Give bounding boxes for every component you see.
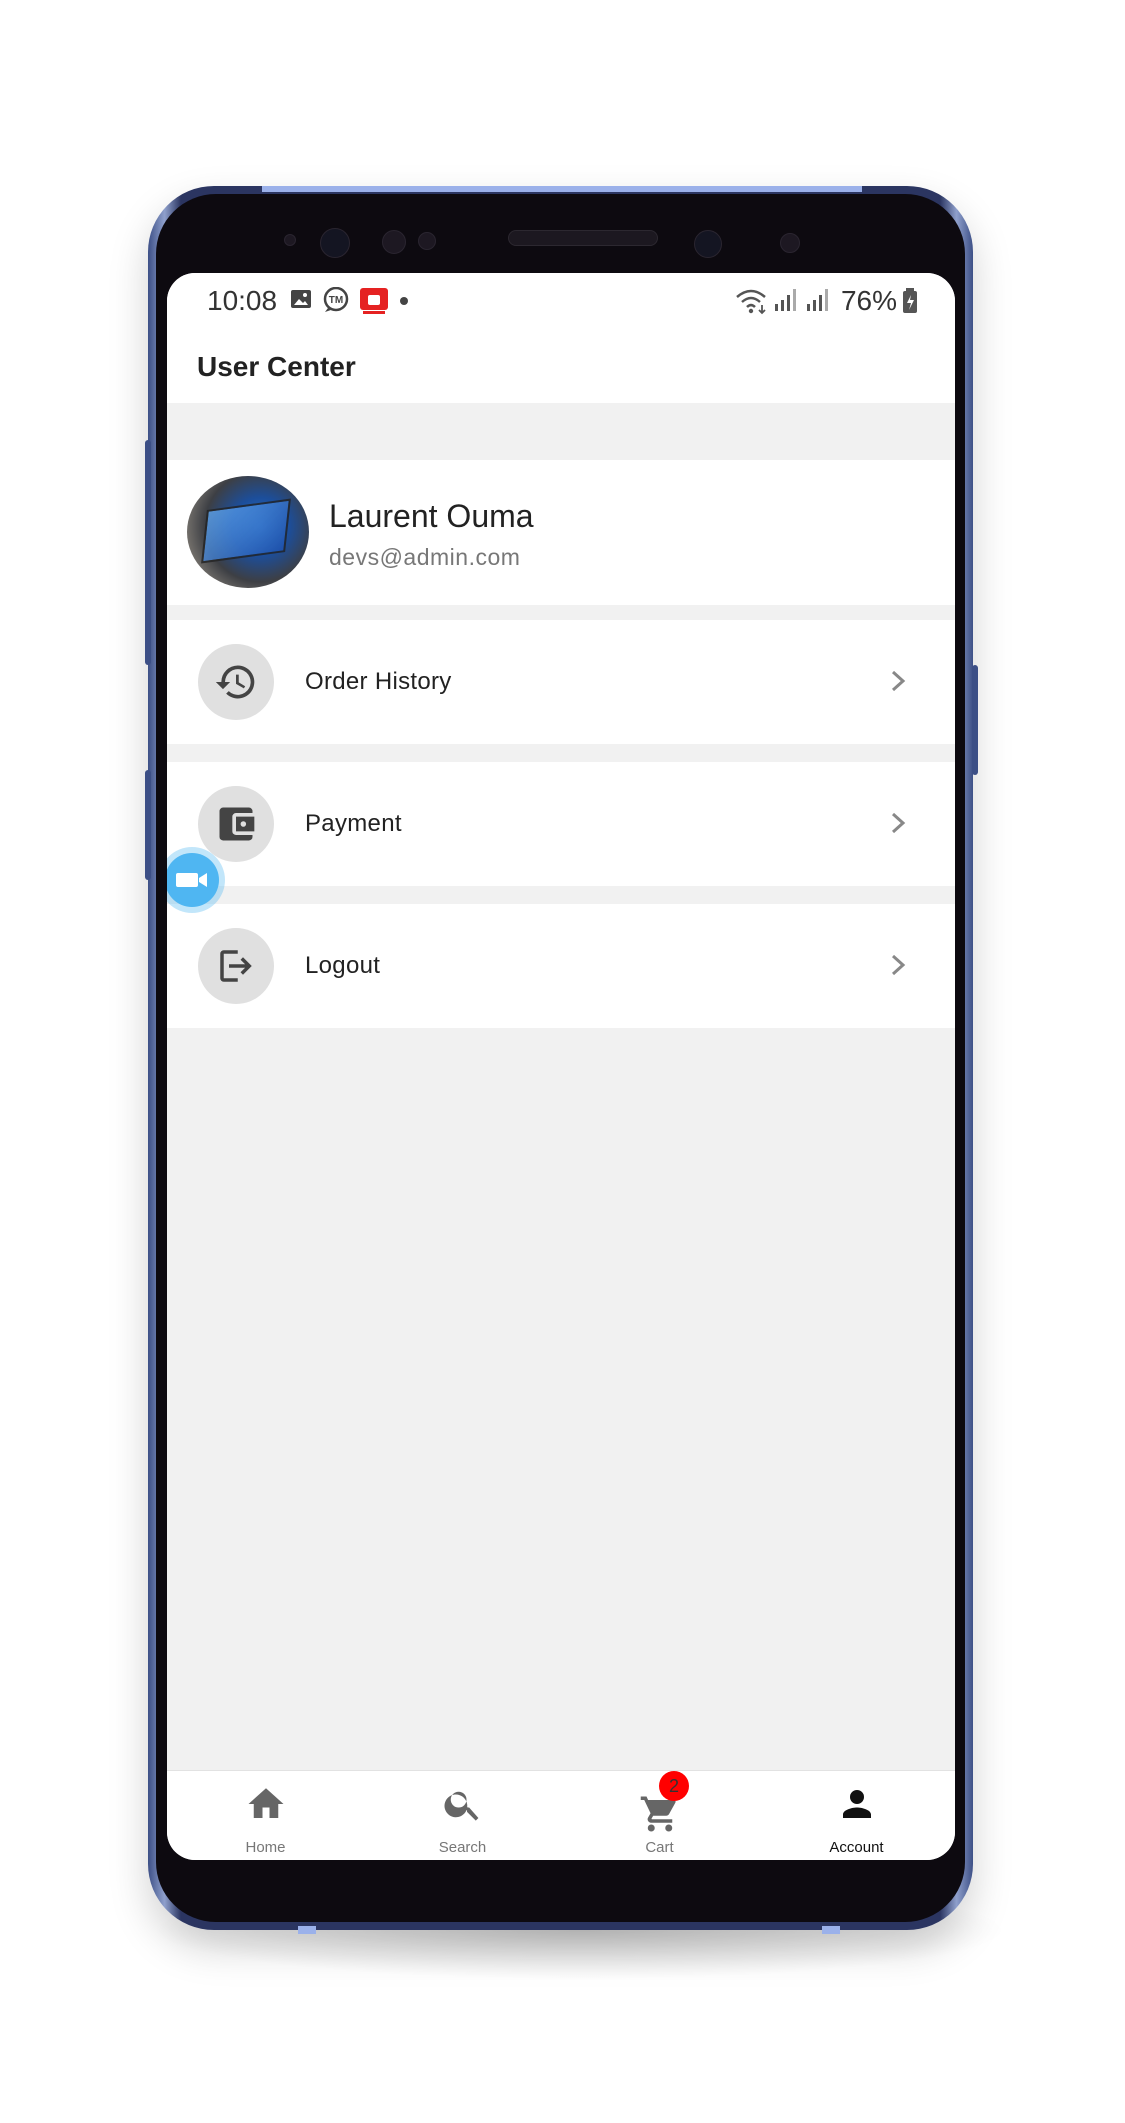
status-time: 10:08	[207, 285, 278, 316]
signal-icon	[775, 289, 796, 311]
screen-recorder-bubble[interactable]	[167, 853, 219, 907]
menu-label-logout: Logout	[305, 952, 381, 979]
nav-item-home[interactable]: Home	[167, 1771, 364, 1860]
search-icon	[444, 1791, 479, 1821]
front-camera	[320, 228, 350, 258]
chevron-right-icon	[891, 812, 906, 834]
app-notification-icon	[360, 288, 388, 314]
nav-label-home: Home	[245, 1839, 286, 1856]
signal-icon	[807, 289, 828, 311]
logout-icon	[198, 928, 274, 1004]
wallet-icon	[198, 786, 274, 862]
nav-label-account: Account	[829, 1839, 884, 1856]
profile-card[interactable]: Laurent Ouma devs@admin.com	[167, 460, 955, 605]
image-icon	[291, 290, 311, 308]
bottom-navigation: Home Search 2 Cart Account	[167, 1770, 955, 1860]
nav-label-search: Search	[438, 1839, 487, 1856]
sensor-dot	[284, 234, 296, 246]
person-icon	[843, 1790, 871, 1818]
chevron-right-icon	[891, 670, 906, 692]
frame-top-highlight	[262, 186, 862, 192]
bixby-button	[145, 770, 151, 880]
app-bar: User Center	[167, 323, 955, 403]
nav-label-cart: Cart	[645, 1839, 674, 1856]
history-icon	[198, 644, 274, 720]
frame-bottom-highlight-left	[298, 1926, 316, 1934]
cart-badge: 2	[659, 1771, 689, 1801]
wifi-icon	[736, 289, 766, 315]
battery-icon	[903, 288, 917, 313]
frame-bottom-highlight-right	[822, 1926, 840, 1934]
menu-item-logout[interactable]: Logout	[167, 904, 955, 1028]
chevron-right-icon	[891, 954, 906, 976]
dot-icon	[400, 297, 408, 305]
menu-item-payment[interactable]: Payment	[167, 762, 955, 886]
nav-item-cart[interactable]: 2 Cart	[561, 1771, 758, 1860]
proximity-sensor	[418, 232, 436, 250]
status-bar: 10:08 TM 76%	[167, 273, 955, 323]
menu-item-order-history[interactable]: Order History	[167, 620, 955, 744]
user-name: Laurent Ouma	[329, 498, 534, 534]
app-screen: 10:08 TM 76% User Center Laurent Ouma de…	[167, 273, 955, 1860]
user-email: devs@admin.com	[329, 544, 521, 570]
menu-label-payment: Payment	[305, 810, 402, 837]
avatar[interactable]	[187, 476, 309, 588]
iris-sensor	[382, 230, 406, 254]
home-icon	[248, 1788, 284, 1818]
nav-item-account[interactable]: Account	[758, 1771, 955, 1860]
secondary-camera	[694, 230, 722, 258]
nav-item-search[interactable]: Search	[364, 1771, 561, 1860]
battery-percentage: 76%	[840, 285, 897, 316]
power-button	[972, 665, 978, 775]
earpiece-speaker	[508, 230, 658, 246]
video-camera-icon	[176, 873, 207, 887]
menu-label-order-history: Order History	[305, 668, 452, 695]
volume-button	[145, 440, 151, 665]
ir-sensor	[780, 233, 800, 253]
svg-text:TM: TM	[329, 295, 343, 306]
page-title: User Center	[197, 351, 356, 382]
tm-icon: TM	[323, 287, 349, 312]
